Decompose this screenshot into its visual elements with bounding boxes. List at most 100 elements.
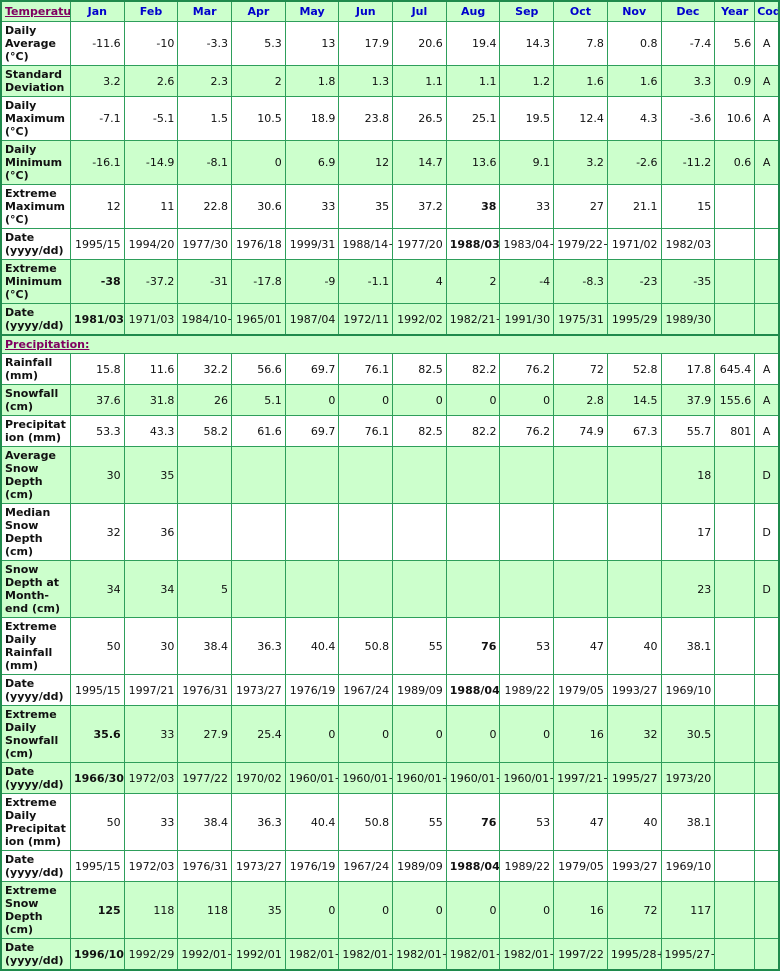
cell-year (714, 674, 756, 706)
cell-dec: 17.8 (660, 353, 716, 385)
cell-dec: 1982/03 (660, 228, 716, 260)
cell-jan: 50 (69, 793, 125, 851)
column-header-nov: Nov (606, 0, 662, 22)
cell-jun (338, 503, 394, 561)
cell-may: 69.7 (284, 353, 340, 385)
cell-year (714, 446, 756, 504)
cell-dec: -7.4 (660, 21, 716, 66)
cell-code: A (754, 415, 780, 447)
cell-oct: 74.9 (553, 415, 608, 447)
cell-code (754, 705, 780, 763)
cell-may: 1999/31 (284, 228, 340, 260)
cell-nov: 72 (606, 881, 662, 939)
cell-may (284, 560, 340, 618)
cell-aug: 1.1 (445, 65, 501, 97)
cell-mar: 26 (177, 384, 233, 416)
cell-year (714, 793, 756, 851)
cell-oct: 16 (553, 705, 608, 763)
cell-jun: 0 (338, 384, 394, 416)
table-body: Temperature:JanFebMarAprMayJunJulAugSepO… (0, 0, 780, 971)
cell-year (714, 938, 756, 971)
cell-jul: 0 (392, 881, 447, 939)
cell-aug: 0 (445, 705, 501, 763)
cell-oct: 16 (553, 881, 608, 939)
cell-mar: 1.5 (177, 96, 233, 141)
cell-jun: 76.1 (338, 415, 394, 447)
cell-jan: 1995/15 (69, 850, 125, 882)
cell-aug: 1982/01+ (445, 938, 501, 971)
table-row: Daily Average (°C) -11.6 -10 -3.3 5.3 13 17.9 2… (0, 21, 780, 66)
cell-aug: 82.2 (445, 415, 501, 447)
cell-jan: 3.2 (69, 65, 125, 97)
cell-apr: 1973/27 (231, 850, 286, 882)
cell-mar: 58.2 (177, 415, 233, 447)
cell-oct: 12.4 (553, 96, 608, 141)
cell-jan: 1995/15 (69, 228, 125, 260)
cell-year: 155.6 (714, 384, 756, 416)
cell-jan: 34 (69, 560, 125, 618)
section-header-temperature: Temperature: (0, 0, 71, 22)
cell-feb: 33 (123, 793, 179, 851)
table-row: Extreme Daily Rainfall (mm) 50 30 38.4 36.3 4… (0, 617, 780, 675)
cell-dec: -3.6 (660, 96, 716, 141)
cell-feb: -5.1 (123, 96, 179, 141)
cell-dec: 18 (660, 446, 716, 504)
cell-oct: 1997/21+ (553, 762, 608, 794)
cell-code (754, 850, 780, 882)
cell-nov (606, 503, 662, 561)
cell-oct: 47 (553, 793, 608, 851)
cell-nov: 0.8 (606, 21, 662, 66)
cell-jun: 0 (338, 705, 394, 763)
cell-jun: 50.8 (338, 793, 394, 851)
cell-may: 13 (284, 21, 340, 66)
cell-dec: 1995/27+ (660, 938, 716, 971)
cell-jun: 76.1 (338, 353, 394, 385)
cell-dec: 1969/10 (660, 674, 716, 706)
cell-jan: 1966/30 (69, 762, 125, 794)
cell-sep: 1991/30 (499, 303, 555, 336)
cell-sep (499, 503, 555, 561)
cell-sep: 0 (499, 384, 555, 416)
cell-jun: 1960/01+ (338, 762, 394, 794)
cell-apr: 56.6 (231, 353, 286, 385)
cell-aug: 1982/21+ (445, 303, 501, 336)
cell-nov: 40 (606, 617, 662, 675)
column-header-mar: Mar (177, 0, 233, 22)
cell-oct: 1979/22+ (553, 228, 608, 260)
cell-apr (231, 446, 286, 504)
cell-aug (445, 503, 501, 561)
cell-jan: 50 (69, 617, 125, 675)
row-label: Date (yyyy/dd) (0, 938, 71, 971)
cell-feb: 34 (123, 560, 179, 618)
table-header-row: Temperature:JanFebMarAprMayJunJulAugSepO… (0, 0, 780, 22)
table-row: Median Snow Depth (cm) 32 36 17 D (0, 503, 780, 561)
cell-mar: 1976/31 (177, 850, 233, 882)
cell-sep: 9.1 (499, 140, 555, 185)
cell-dec: 17 (660, 503, 716, 561)
row-label: Extreme Snow Depth (cm) (0, 881, 71, 939)
cell-year (714, 259, 756, 304)
cell-apr: 30.6 (231, 184, 286, 229)
cell-oct: 1.6 (553, 65, 608, 97)
cell-feb: 2.6 (123, 65, 179, 97)
cell-dec: 1989/30 (660, 303, 716, 336)
cell-jul: 1992/02 (392, 303, 447, 336)
cell-feb: 30 (123, 617, 179, 675)
cell-nov (606, 560, 662, 618)
cell-feb: 1994/20 (123, 228, 179, 260)
column-header-apr: Apr (231, 0, 286, 22)
table-row: Date (yyyy/dd) 1995/15 1994/20 1977/30 1976/… (0, 228, 780, 260)
cell-oct: 7.8 (553, 21, 608, 66)
column-header-dec: Dec (660, 0, 716, 22)
cell-may: 0 (284, 881, 340, 939)
table-row: Standard Deviation 3.2 2.6 2.3 2 1.8 1.3 1.1 1.1… (0, 65, 780, 97)
cell-apr: 0 (231, 140, 286, 185)
cell-aug: 1988/03 (445, 228, 501, 260)
cell-may: 33 (284, 184, 340, 229)
cell-apr: 1976/18 (231, 228, 286, 260)
cell-jun: 1.3 (338, 65, 394, 97)
cell-sep: 53 (499, 793, 555, 851)
cell-aug: 1960/01+ (445, 762, 501, 794)
cell-nov: 1971/02 (606, 228, 662, 260)
cell-jun: 1988/14+ (338, 228, 394, 260)
